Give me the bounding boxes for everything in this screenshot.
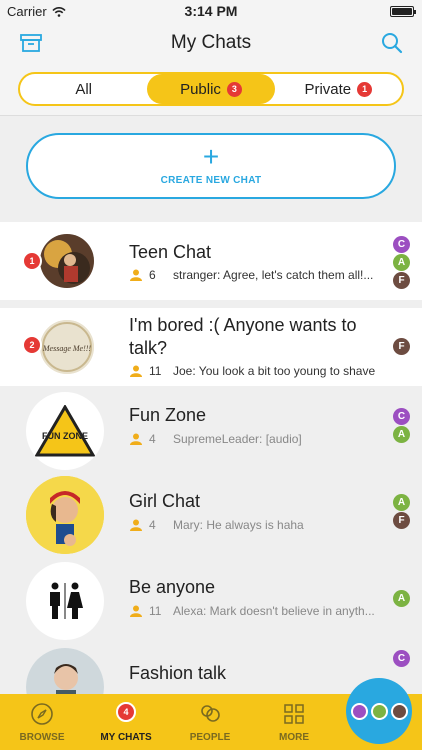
battery-icon (390, 6, 416, 17)
last-message: Alexa: Mark doesn't believe in anyth... (173, 604, 375, 618)
person-icon (130, 433, 142, 445)
tab-my-chats[interactable]: 4 MY CHATS (84, 694, 168, 750)
girl-chat-avatar-image (26, 476, 104, 554)
chat-row-teen-chat[interactable]: 1 Teen Chat 6 stranger: Agree, let's cat… (0, 222, 422, 300)
search-icon[interactable] (380, 31, 404, 55)
participant-letters: A (393, 590, 410, 607)
last-message: stranger: Agree, let's catch them all!..… (173, 268, 374, 282)
participant-letter: F (393, 338, 410, 355)
participant-letter: C (393, 650, 410, 667)
chat-row-be-anyone[interactable]: Be anyone 11 Alexa: Mark doesn't believe… (0, 558, 422, 644)
chat-title: Girl Chat (129, 491, 201, 511)
participant-letter: A (393, 590, 410, 607)
chat-row-fun-zone[interactable]: FUN ZONE Fun Zone 4 SupremeLeader: [audi… (0, 386, 422, 472)
tab-browse-label: BROWSE (19, 732, 65, 743)
fun-zone-sign-icon: FUN ZONE (35, 405, 95, 457)
nav-bar: My Chats (0, 22, 422, 64)
create-new-chat-button[interactable]: + CREATE NEW CHAT (26, 133, 396, 199)
participant-letter: A (393, 254, 410, 271)
member-count: 11 (149, 364, 162, 378)
participant-letters: C (393, 650, 410, 667)
participant-letter: A (393, 426, 410, 443)
last-message: Mary: He always is haha (173, 518, 304, 532)
tab-people-label: PEOPLE (189, 732, 231, 743)
member-count: 6 (149, 268, 156, 282)
chat-list: 1 Teen Chat 6 stranger: Agree, let's cat… (0, 222, 422, 726)
tab-people[interactable]: PEOPLE (168, 694, 252, 750)
chat-title: Fun Zone (129, 405, 207, 425)
status-time: 3:14 PM (184, 3, 238, 19)
person-icon (130, 519, 142, 531)
fab-dot (390, 702, 408, 720)
participant-letters: F (393, 338, 410, 355)
member-count: 4 (149, 432, 156, 446)
chat-title: Teen Chat (129, 242, 212, 262)
tab-private-badge: 1 (357, 81, 373, 97)
tab-more[interactable]: MORE (252, 694, 336, 750)
grid-icon (284, 704, 304, 724)
fab-dot (350, 702, 368, 720)
participants-fab[interactable] (346, 678, 412, 744)
chat-meta: 4 Mary: He always is haha (129, 518, 388, 532)
chat-title: Fashion talk (129, 663, 227, 683)
compass-icon (31, 703, 53, 725)
tab-private[interactable]: Private 1 (275, 74, 402, 104)
last-message: SupremeLeader: [audio] (173, 432, 302, 446)
status-bar: Carrier 3:14 PM (0, 0, 422, 22)
tab-private-label: Private (304, 80, 352, 98)
chat-row-im-bored[interactable]: 2 Message Me!!! I'm bored :( Anyone want… (0, 308, 422, 386)
person-icon (130, 365, 142, 377)
avatar: FUN ZONE (26, 392, 104, 470)
restroom-icon (50, 582, 83, 619)
teen-chat-avatar-image (40, 234, 94, 288)
avatar (26, 562, 104, 640)
tab-browse[interactable]: BROWSE (0, 694, 84, 750)
participant-letter: A (393, 494, 410, 511)
tab-all-label: All (75, 80, 92, 98)
avatar: Message Me!!! (40, 320, 94, 374)
create-new-chat-label: CREATE NEW CHAT (160, 175, 262, 186)
participant-letter: F (393, 512, 410, 529)
message-me-avatar-image: Message Me!!! (40, 320, 94, 374)
page-title: My Chats (170, 32, 252, 53)
participant-letter: F (393, 272, 410, 289)
fab-dot (370, 702, 388, 720)
avatar (40, 234, 94, 288)
tab-public[interactable]: Public 3 (147, 74, 275, 104)
row-divider (0, 300, 422, 308)
chat-title: I'm bored :( Anyone wants to talk? (129, 315, 357, 358)
participant-letter: C (393, 236, 410, 253)
chat-title: Be anyone (129, 577, 216, 597)
participant-letters: C A (393, 408, 410, 443)
unread-badge: 2 (22, 335, 42, 355)
participant-letters: A F (393, 494, 410, 529)
tab-public-badge: 3 (226, 81, 242, 97)
tab-more-label: MORE (279, 732, 309, 743)
participant-letter: C (393, 408, 410, 425)
chat-meta: 11 Alexa: Mark doesn't believe in anyth.… (129, 604, 388, 618)
message-me-text: Message Me!!! (42, 344, 92, 353)
chat-meta: 11 Joe: You look a bit too young to shav… (129, 364, 388, 378)
person-icon (130, 269, 142, 281)
member-count: 11 (149, 604, 162, 618)
plus-icon: + (202, 141, 220, 172)
last-message: Joe: You look a bit too young to shave (173, 364, 376, 378)
avatar (26, 476, 104, 554)
unread-badge: 1 (22, 251, 42, 271)
participant-letters: C A F (393, 236, 410, 289)
chat-meta: 4 SupremeLeader: [audio] (129, 432, 388, 446)
fun-zone-sign-text: FUN ZONE (42, 431, 88, 441)
tab-all[interactable]: All (20, 74, 147, 104)
tab-my-chats-label: MY CHATS (100, 732, 152, 743)
segment-bar: All Public 3 Private 1 (0, 64, 422, 116)
tab-my-chats-badge: 4 (116, 702, 136, 722)
chat-meta: 6 stranger: Agree, let's catch them all!… (129, 268, 388, 282)
segmented-control: All Public 3 Private 1 (18, 72, 404, 106)
person-icon (130, 605, 142, 617)
member-count: 4 (149, 518, 156, 532)
people-icon (201, 705, 220, 722)
tab-public-label: Public (180, 80, 221, 98)
create-area: + CREATE NEW CHAT (0, 117, 422, 222)
chat-row-girl-chat[interactable]: Girl Chat 4 Mary: He always is haha A F (0, 472, 422, 558)
